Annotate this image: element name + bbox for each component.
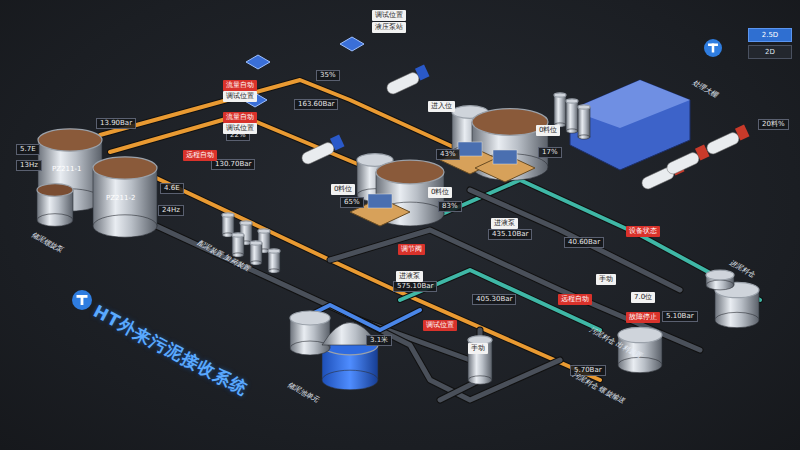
reading-box: 13Hz [16,160,42,171]
reading-box: 130.70Bar [211,159,255,170]
equipment-label: 处理大棚 [690,78,719,100]
reading-box: 17% [538,147,562,158]
status-tag: 手动 [468,343,488,354]
reading-box: 163.60Bar [294,99,338,110]
pipe [470,190,680,290]
status-tag: 手动 [596,274,616,285]
reading-box: 20料% [758,119,789,130]
tank-icon [38,129,102,151]
tank-label: PZ211-2 [106,194,135,202]
reading-box: 13.90Bar [96,118,136,129]
status-tag: 调试位置 [223,123,257,134]
tank-icon [706,270,734,280]
status-tag: 调试位置 [223,91,257,102]
tank-icon [554,93,566,97]
tank-icon [93,157,157,179]
tank-icon [240,221,252,225]
view-toggle-button[interactable]: 2.5D [748,28,792,42]
tank-icon [290,311,330,325]
reading-box: 24Hz [158,205,184,216]
truck-icon [665,151,701,176]
status-tag: 远程自动 [558,294,592,305]
tank-icon [268,249,280,253]
tank-icon [578,105,590,109]
truck-icon [705,131,741,156]
status-tag: 调节阀 [398,244,425,255]
reading-box: 83% [438,201,462,212]
brand-logo-icon [704,39,722,57]
reading-box: 43% [436,149,460,160]
tank-icon [258,229,270,233]
system-title: HT外来污泥接收系统 [89,300,252,401]
reading-box: 35% [316,70,340,81]
reading-box: 435.10Bar [488,229,532,240]
pump-icon [246,55,270,69]
equipment-label: 储泥池单元 [285,380,321,405]
pipe [400,270,600,330]
status-tag: 进液泵 [396,271,423,282]
status-tag: 设备状态 [626,226,660,237]
status-tag: 调试位置 [423,320,457,331]
reading-box: 40.60Bar [564,237,604,248]
status-tag: 调试位置 [372,10,406,21]
status-tag: 远程自动 [183,150,217,161]
status-tag: 0料位 [428,187,452,198]
title-logo-icon [72,290,92,310]
tank-icon [566,99,578,103]
status-tag: 7.0位 [631,292,655,303]
status-tag: 流量自动 [223,112,257,123]
truck-icon [385,71,421,96]
tank-icon [232,233,244,237]
pipe [360,320,560,400]
view-toggle-button[interactable]: 2D [748,45,792,59]
pipe [440,180,760,300]
status-tag: 故障停止 [626,312,660,323]
equipment-label: 储泥螺旋泵 [29,230,65,255]
status-tag: 进入位 [428,101,455,112]
reading-box: 3.1米 [366,335,392,346]
truck-icon [300,141,336,166]
reading-box: 4.6E [160,183,184,194]
building-icon [570,80,690,170]
reading-box: 5.10Bar [662,311,698,322]
reading-box: 5.7E [16,144,40,155]
reading-box: 575.10Bar [393,281,437,292]
pump-icon [340,37,364,51]
tank-icon [37,184,73,197]
status-tag: 0料位 [331,184,355,195]
reading-box: 405.30Bar [472,294,516,305]
status-tag: 流量自动 [223,80,257,91]
tank-icon [618,327,662,342]
status-tag: 液压泵站 [372,22,406,33]
view-toggle: 2.5D 2D [748,28,792,59]
tank-icon [222,213,234,217]
scada-canvas: 2.5D 2D HT外来污泥接收系统 PZ211-1 PZ211-2 5.7E 13Hz 13… [0,0,800,450]
reading-box: 65% [340,197,364,208]
process-drawing [0,0,800,450]
tank-icon [250,241,262,245]
tank-icon [376,160,444,184]
status-tag: 进液泵 [491,218,518,229]
tank-label: PZ211-1 [52,165,81,173]
status-tag: 0料位 [536,125,560,136]
